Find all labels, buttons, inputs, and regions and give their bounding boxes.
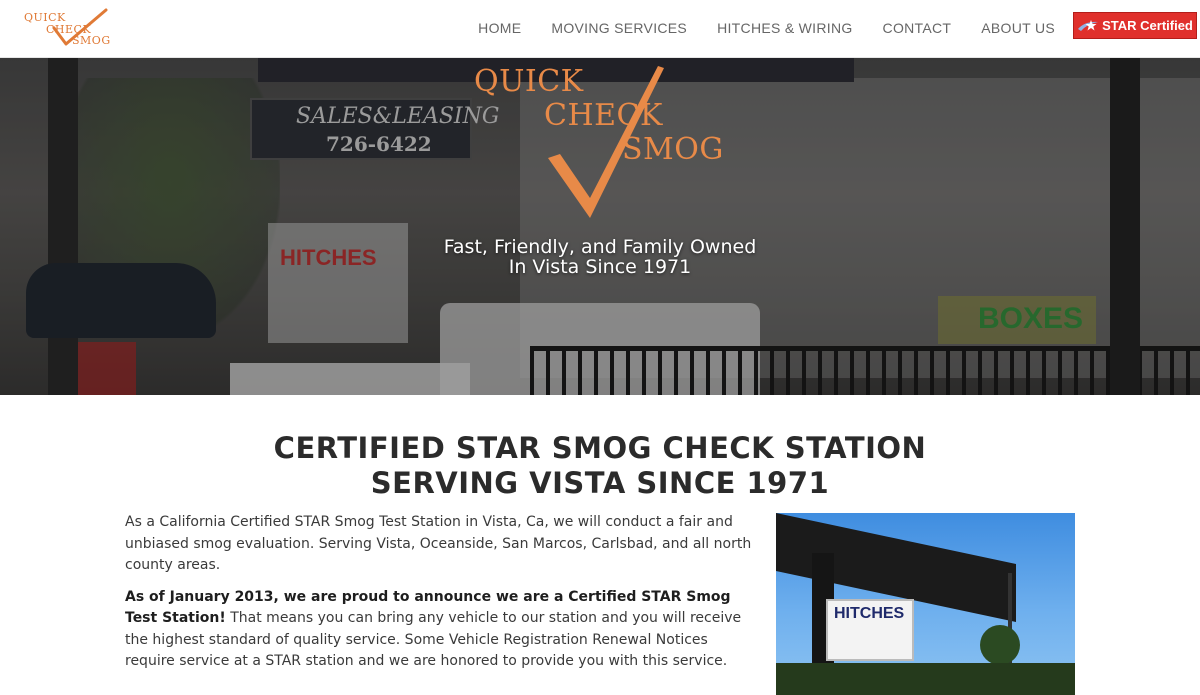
main-nav: HOME MOVING SERVICES HITCHES & WIRING CO…: [478, 20, 1055, 36]
nav-moving-services[interactable]: MOVING SERVICES: [551, 20, 687, 36]
hero-logo-smog: SMOG: [622, 132, 724, 167]
nav-contact[interactable]: CONTACT: [883, 20, 952, 36]
nav-hitches-wiring[interactable]: HITCHES & WIRING: [717, 20, 852, 36]
photo-hitches-sign: HITCHES: [826, 599, 914, 661]
site-header: QUICK CHECK SMOG HOME MOVING SERVICES HI…: [0, 0, 1200, 58]
photo-palm-tree: [980, 625, 1020, 665]
star-certified-label: STAR Certified: [1102, 18, 1193, 33]
intro-paragraph-1: As a California Certified STAR Smog Test…: [125, 514, 752, 573]
photo-trees: [776, 663, 1075, 695]
star-certified-badge[interactable]: STAR Certified: [1073, 12, 1197, 39]
hero-tagline-line1: Fast, Friendly, and Family Owned: [443, 236, 757, 258]
photo-sign-text: HITCHES: [834, 605, 905, 622]
hero-logo: QUICK CHECK SMOG: [470, 58, 740, 228]
hero-tagline-line2: In Vista Since 1971: [508, 256, 692, 278]
logo-text-smog: SMOG: [72, 34, 111, 47]
hero-logo-quick: QUICK: [474, 64, 584, 99]
page-headline-line1: CERTIFIED STAR SMOG CHECK STATION: [273, 431, 927, 465]
page-headline-line2: SERVING VISTA SINCE 1971: [370, 466, 830, 500]
hero-logo-check: CHECK: [544, 98, 663, 133]
nav-about-us[interactable]: ABOUT US: [981, 20, 1055, 36]
site-logo[interactable]: QUICK CHECK SMOG: [22, 8, 114, 50]
nav-home[interactable]: HOME: [478, 20, 521, 36]
station-photo: HITCHES: [776, 513, 1075, 695]
intro-paragraph-2: As of January 2013, we are proud to anno…: [125, 587, 755, 673]
intro-text: As a California Certified STAR Smog Test…: [125, 512, 755, 683]
star-icon: [1077, 19, 1099, 33]
